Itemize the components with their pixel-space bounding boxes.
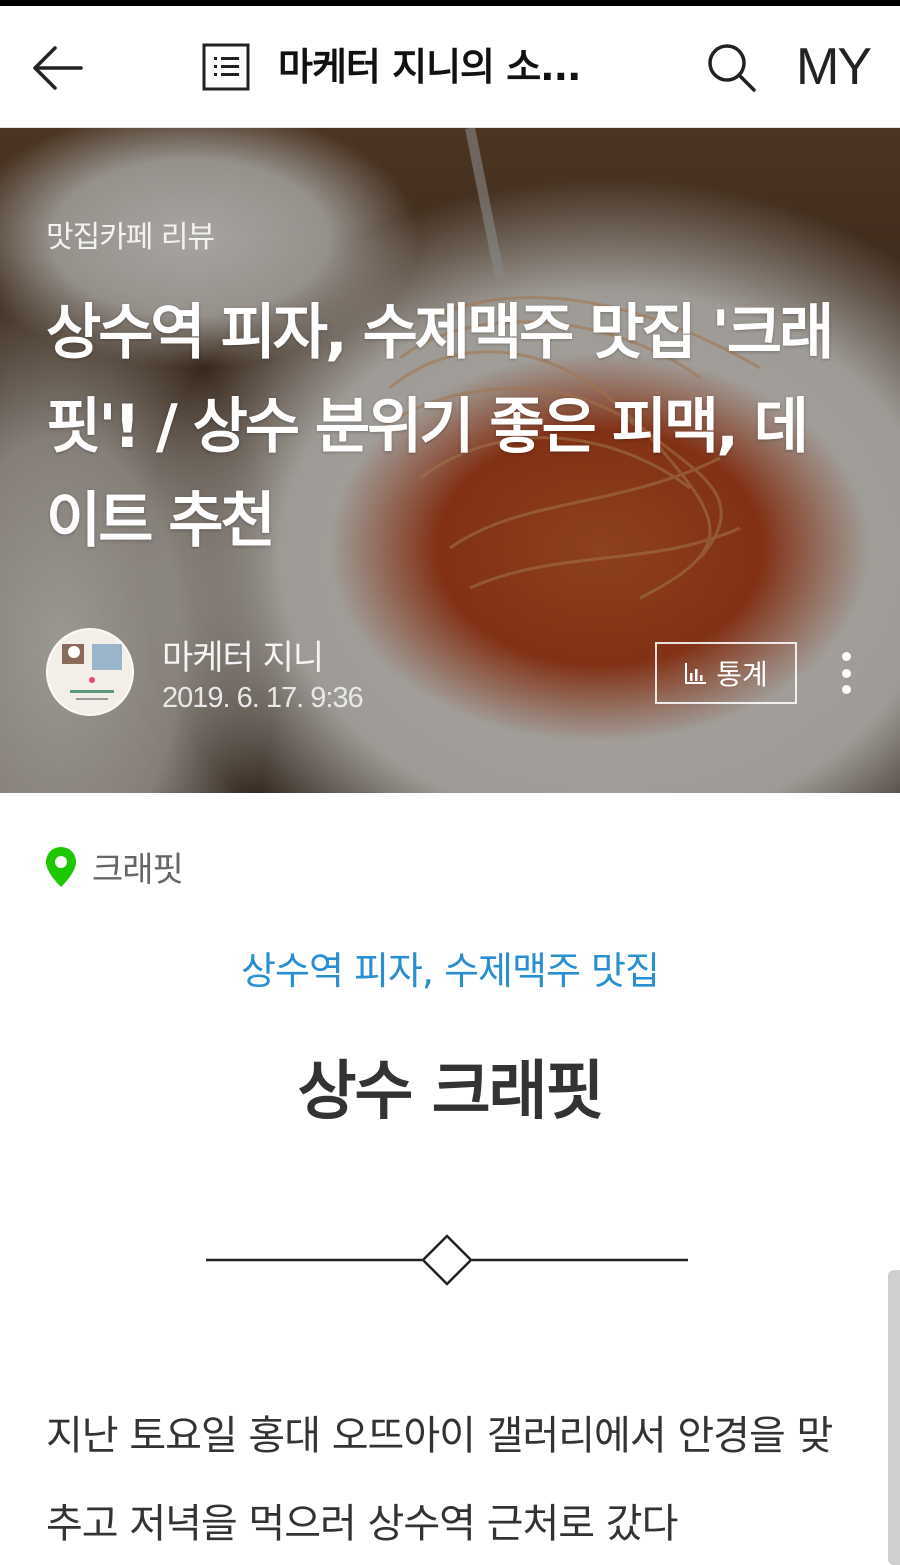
diamond-divider [206,1234,688,1286]
list-icon [202,43,250,91]
post-header-hero: 맛집카페 리뷰 상수역 피자, 수제맥주 맛집 '크래핏'! / 상수 분위기 … [0,128,900,793]
stats-label: 통계 [716,658,768,691]
author-avatar[interactable] [46,628,134,716]
more-icon-dot [841,685,851,694]
scrollbar-thumb[interactable] [888,1270,900,1565]
post-title: 상수역 피자, 수제맥주 맛집 '크래핏'! / 상수 분위기 좋은 피맥, 데… [46,298,834,556]
stats-button[interactable]: 통계 [655,642,797,704]
avatar-image [48,630,132,714]
post-category[interactable]: 맛집카페 리뷰 [46,212,215,256]
content-subtitle: 상수역 피자, 수제맥주 맛집 [241,949,660,993]
blog-title[interactable]: 마케터 지니의 소... [278,40,608,94]
map-pin-icon [46,846,76,887]
more-icon [841,652,851,661]
app-bar: 마케터 지니의 소... MY [0,6,900,128]
content-paragraph: 지난 토요일 홍대 오뜨아이 갤러리에서 안경을 맞추고 저녁을 먹으러 상수역… [46,1413,833,1547]
more-options-button[interactable] [830,646,862,700]
my-button[interactable]: MY [796,36,872,98]
search-button[interactable] [704,40,760,96]
stats-icon [685,663,707,684]
place-link[interactable]: 크래핏 [44,842,184,891]
place-name: 크래핏 [92,850,184,890]
search-icon [708,44,756,92]
back-arrow-icon [33,46,83,90]
post-list-button[interactable] [202,43,250,91]
post-date: 2019. 6. 17. 9:36 [162,682,364,714]
more-icon-dot [841,668,851,678]
author-name[interactable]: 마케터 지니 [162,630,324,679]
content-heading: 상수 크래핏 [297,1055,605,1129]
back-button[interactable] [22,36,92,100]
